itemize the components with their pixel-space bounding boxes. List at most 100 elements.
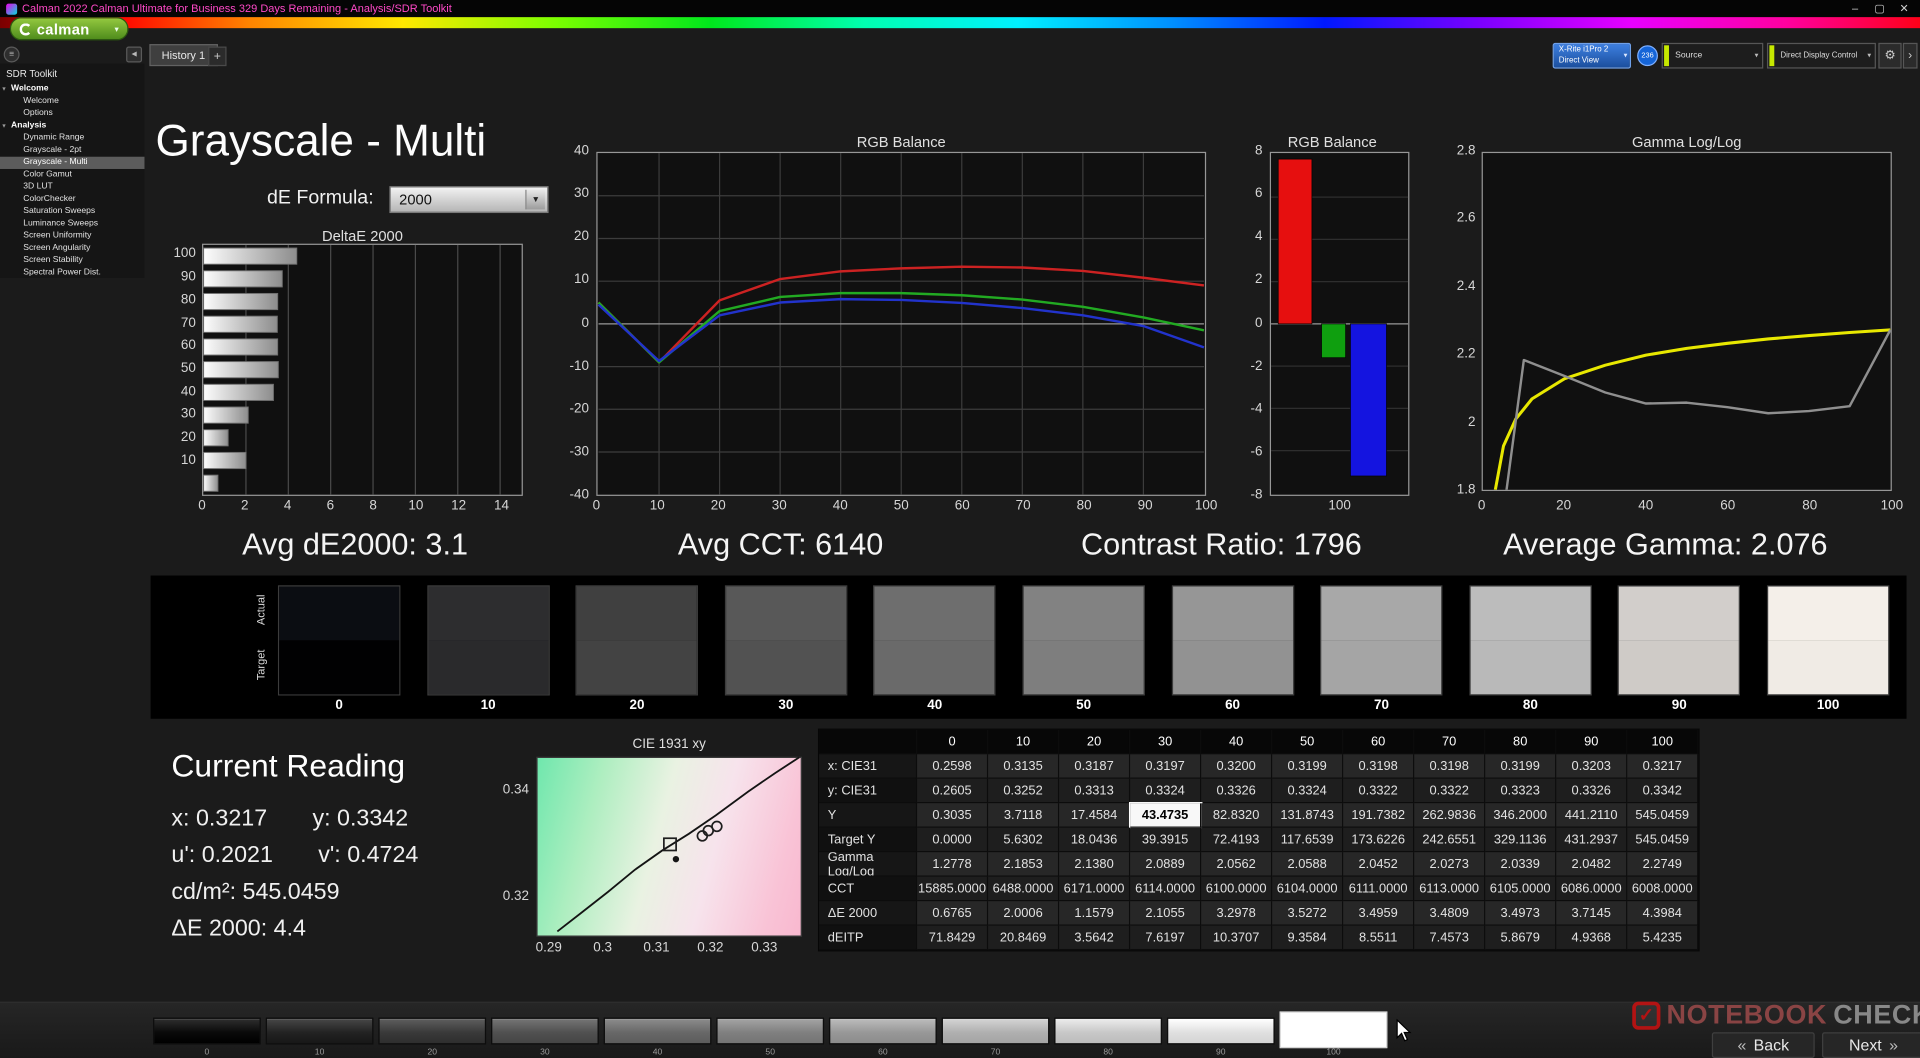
swatch-actual	[1023, 586, 1144, 641]
table-cell: 6105.0000	[1485, 876, 1557, 902]
patch-button-0[interactable]	[153, 1017, 261, 1045]
sidebar-item-saturation-sweeps[interactable]: Saturation Sweeps	[0, 206, 144, 218]
patch-level-label: 20	[427, 1048, 438, 1057]
table-cell: 82.8320	[1201, 803, 1273, 828]
close-button[interactable]: ✕	[1894, 2, 1914, 15]
swatch-actual	[1768, 586, 1889, 641]
de-formula-select[interactable]: 2000 ▼	[389, 186, 549, 214]
swatch-target	[1321, 640, 1442, 695]
tab-history-1[interactable]: History 1	[149, 44, 218, 67]
reading-u-prime: u': 0.2021	[171, 842, 273, 869]
sidebar-item-colorchecker[interactable]: ColorChecker	[0, 193, 144, 205]
table-row-label: Gamma Log/Log	[819, 852, 918, 877]
patch-button-50[interactable]	[716, 1017, 825, 1045]
sidebar-item-screen-angularity[interactable]: Screen Angularity	[0, 242, 144, 254]
menu-button[interactable]: ≡	[3, 46, 20, 63]
sidebar-item-dynamic-range[interactable]: Dynamic Range	[0, 132, 144, 144]
table-cell: 545.0459	[1627, 803, 1699, 828]
maximize-button[interactable]: ▢	[1870, 2, 1890, 15]
table-header-cell: 90	[1556, 729, 1628, 755]
table-cell: 9.3584	[1272, 925, 1344, 951]
current-reading-title: Current Reading	[171, 746, 406, 784]
stat-avg-de2000: Avg dE2000: 3.1	[242, 527, 469, 563]
sidebar-item-grayscale-2pt[interactable]: Grayscale - 2pt	[0, 144, 144, 156]
rgb-balance-line-chart-plot	[596, 151, 1207, 496]
axis-tick-label: 0.31	[643, 940, 670, 956]
table-cell: 71.8429	[917, 925, 989, 951]
patch-level-label: 50	[765, 1048, 775, 1057]
deltae-bar	[203, 451, 247, 470]
tree-expander-icon[interactable]: ▾	[2, 121, 5, 131]
deltae-bar	[203, 338, 279, 356]
sidebar-collapse-button[interactable]: ◄	[126, 46, 143, 63]
table-cell: 18.0436	[1059, 827, 1131, 853]
swatch-level-label: 20	[629, 697, 645, 713]
patch-button-80[interactable]	[1054, 1017, 1163, 1045]
table-cell: 0.3198	[1343, 754, 1415, 779]
axis-tick-label: 90	[1137, 498, 1153, 514]
back-button[interactable]: « Back	[1711, 1032, 1815, 1058]
source-dropdown[interactable]: Source ▾	[1661, 42, 1764, 69]
calman-logo-button[interactable]: calman ▾	[9, 17, 129, 41]
table-cell: 0.3035	[917, 803, 989, 828]
axis-tick-label: 6	[326, 498, 335, 514]
mouse-cursor	[1396, 1018, 1412, 1042]
add-tab-button[interactable]: +	[208, 46, 227, 67]
patch-button-40[interactable]	[603, 1017, 712, 1045]
table-cell: 7.6197	[1130, 925, 1202, 951]
axis-tick-label: -10	[569, 358, 589, 374]
minimize-button[interactable]: –	[1845, 2, 1865, 14]
axis-tick-label: 0.32	[502, 888, 529, 904]
deltae-chart-title: DeltaE 2000	[322, 227, 403, 245]
table-cell: 0.3217	[1627, 754, 1699, 779]
patch-button-10[interactable]	[265, 1017, 374, 1045]
grayscale-swatch-30	[724, 585, 848, 696]
tree-expander-icon[interactable]: ▾	[2, 84, 5, 94]
axis-tick-label: 60	[954, 498, 970, 514]
axis-tick-label: 60	[180, 338, 196, 353]
table-cell: 3.4959	[1343, 901, 1415, 926]
gamma-chart-title: Gamma Log/Log	[1631, 133, 1742, 151]
axis-tick-label: -8	[1250, 487, 1263, 503]
sidebar-item-spectral-power-dist[interactable]: Spectral Power Dist.	[0, 267, 144, 279]
display-control-dropdown[interactable]: Direct Display Control ▾	[1766, 42, 1876, 69]
patch-button-20[interactable]	[378, 1017, 487, 1045]
swatch-level-label: 90	[1671, 697, 1687, 713]
grayscale-swatch-90	[1618, 585, 1741, 696]
sidebar-item-luminance-sweeps[interactable]: Luminance Sweeps	[0, 218, 144, 230]
back-icon: «	[1737, 1035, 1747, 1055]
patch-button-30[interactable]	[491, 1017, 599, 1045]
settings-gear-button[interactable]: ⚙	[1878, 42, 1902, 69]
table-cell: 6488.0000	[988, 876, 1060, 902]
patch-button-100[interactable]	[1279, 1011, 1388, 1049]
table-cell: 262.9836	[1414, 803, 1486, 828]
rgb-balance-bar-chart-title: RGB Balance	[1287, 133, 1377, 151]
sidebar-item-screen-uniformity[interactable]: Screen Uniformity	[0, 230, 144, 242]
sidebar-item-color-gamut[interactable]: Color Gamut	[0, 169, 144, 181]
sidebar-item-screen-stability[interactable]: Screen Stability	[0, 255, 144, 267]
sidebar-item-options[interactable]: Options	[0, 108, 144, 120]
table-cell: 6171.0000	[1059, 876, 1131, 902]
sidebar-section-welcome[interactable]: ▾ Welcome	[0, 83, 144, 95]
table-header-cell: 40	[1201, 729, 1273, 755]
next-button[interactable]: Next »	[1822, 1032, 1920, 1058]
patch-button-90[interactable]	[1166, 1017, 1275, 1045]
axis-tick-label: 100	[1328, 498, 1351, 514]
axis-tick-label: 4	[283, 498, 292, 514]
table-header-cell: 80	[1485, 729, 1557, 755]
patch-button-60[interactable]	[828, 1017, 937, 1045]
axis-tick-label: -2	[1250, 358, 1263, 374]
sidebar-item-grayscale-multi[interactable]: Grayscale - Multi	[0, 156, 145, 169]
grayscale-swatch-band: 0 10 20 30 40 50 60 70 80 90 100	[150, 575, 1907, 719]
grayscale-swatch-100	[1766, 585, 1890, 696]
grayscale-swatch-60	[1171, 585, 1294, 696]
advance-button[interactable]: ›	[1902, 42, 1918, 69]
sidebar-item-3d-lut[interactable]: 3D LUT	[0, 181, 144, 193]
sidebar-section-analysis[interactable]: ▾ Analysis	[0, 120, 144, 132]
sidebar-item-welcome[interactable]: Welcome	[0, 96, 144, 108]
patch-button-70[interactable]	[941, 1017, 1050, 1045]
patch-level-label: 90	[1216, 1048, 1226, 1057]
table-row-label: x: CIE31	[819, 754, 918, 779]
page-title: Grayscale - Multi	[155, 115, 487, 166]
meter-button[interactable]: X-Rite i1Pro 2 Direct View ▾	[1552, 42, 1632, 69]
